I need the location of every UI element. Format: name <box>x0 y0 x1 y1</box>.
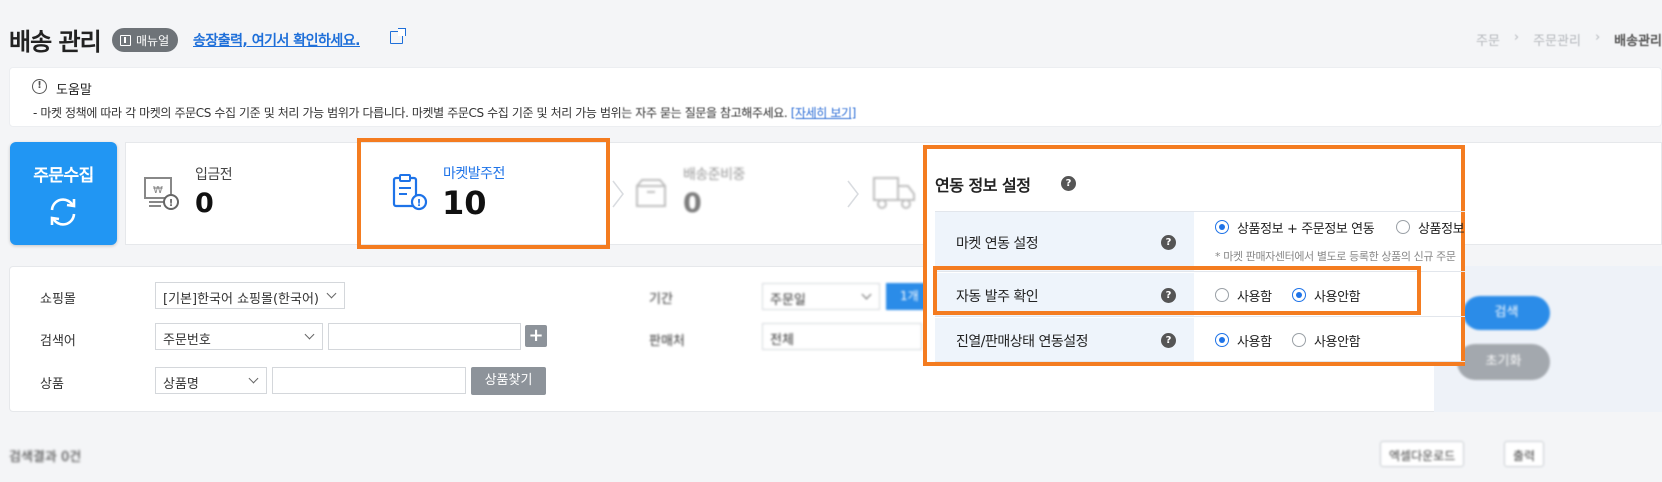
find-product-button[interactable]: 상품찾기 <box>471 367 546 395</box>
search-actions-area <box>1434 266 1662 412</box>
radio-label: 사용함 <box>1237 335 1272 350</box>
truck-icon <box>873 177 915 209</box>
seller-select[interactable]: 전체 <box>762 323 922 350</box>
svg-text:!: ! <box>169 198 174 209</box>
breadcrumb-item[interactable]: 주문 <box>1476 30 1500 49</box>
breadcrumb-item[interactable]: 주문관리 <box>1533 30 1581 49</box>
seller-value: 전체 <box>770 333 794 348</box>
help-text: - 마켓 정책에 따라 각 마켓의 주문CS 수집 기준 및 처리 가능 범위가… <box>33 104 856 121</box>
manual-button[interactable]: 매뉴얼 <box>112 28 179 52</box>
excel-download-button[interactable]: 엑셀다운로드 <box>1380 441 1465 467</box>
period-type-value: 주문일 <box>770 293 806 308</box>
page-title: 배송 관리 <box>9 28 102 56</box>
search-button[interactable]: 검색 <box>1463 296 1550 330</box>
invoice-guide-link[interactable]: 송장출력, 여기서 확인하세요. <box>193 30 360 50</box>
help-icon[interactable]: ? <box>1161 235 1176 250</box>
help-box: ! 도움말 - 마켓 정책에 따라 각 마켓의 주문CS 수집 기준 및 처리 … <box>9 67 1662 127</box>
auto-order-confirm-highlight <box>933 266 1421 315</box>
row-label: 진열/판매상태 연동설정 <box>956 334 1088 350</box>
stat-label: 배송준비중 <box>683 167 745 183</box>
stat-before-payment[interactable]: ₩ ! 입금전 0 <box>125 142 355 245</box>
stat-value: 0 <box>195 188 214 219</box>
help-detail-link[interactable]: [자세히 보기] <box>791 106 857 120</box>
breadcrumb-separator-icon: › <box>1594 30 1601 45</box>
breadcrumb-current: 배송관리 <box>1614 34 1662 49</box>
setting-row-display-status-sync: 진열/판매상태 연동설정 ? 사용함 사용안함 <box>935 318 1465 362</box>
add-keyword-button[interactable]: + <box>525 325 547 347</box>
payment-pending-icon: ₩ ! <box>144 177 179 210</box>
row-label: 마켓 연동 설정 <box>956 236 1039 252</box>
info-icon: ! <box>32 79 47 94</box>
radio-label: 상품정보 <box>1418 222 1465 237</box>
breadcrumb-separator-icon: › <box>1513 30 1520 45</box>
radio-display-sync-not-use[interactable] <box>1292 333 1306 347</box>
radio-label: 상품정보 + 주문정보 연동 <box>1237 222 1375 237</box>
product-type-value: 상품명 <box>163 377 199 392</box>
chevron-down-icon <box>326 288 337 299</box>
market-note: * 마켓 판매자센터에서 별도로 등록한 상품의 신규 주문 <box>1215 250 1456 263</box>
mall-select[interactable]: [기본]한국어 쇼핑몰(한국어) <box>155 282 345 309</box>
refresh-icon <box>50 198 76 226</box>
radio-display-sync-use[interactable] <box>1215 333 1229 347</box>
help-text-tail: 는 자주 묻는 질문을 참고해주세요. <box>621 106 788 120</box>
radio-product-only[interactable] <box>1396 220 1410 234</box>
reset-button[interactable]: 초기화 <box>1457 344 1550 380</box>
chevron-down-icon <box>304 329 315 340</box>
mall-select-value: [기본]한국어 쇼핑몰(한국어) <box>163 292 319 307</box>
period-type-select[interactable]: 주문일 <box>762 283 880 310</box>
collect-orders-button[interactable]: 주문수집 <box>10 142 117 245</box>
help-text-main: - 마켓 정책에 따라 각 마켓의 주문CS 수집 기준 및 처리 가능 범위가… <box>33 106 622 120</box>
radio-product-order-sync[interactable] <box>1215 220 1229 234</box>
chevron-right-icon <box>612 180 624 208</box>
box-icon <box>636 179 666 207</box>
chevron-right-icon <box>847 180 859 208</box>
product-input[interactable] <box>272 367 466 394</box>
result-count: 검색결과 0건 <box>9 450 82 465</box>
external-link-icon[interactable] <box>390 28 406 44</box>
chevron-down-icon <box>248 373 259 384</box>
setting-row-market-integration: 마켓 연동 설정 ? 상품정보 + 주문정보 연동 상품정보 * 마켓 판매자센… <box>935 212 1465 272</box>
keyword-type-select[interactable]: 주문번호 <box>155 323 323 350</box>
help-icon[interactable]: ? <box>1061 176 1076 191</box>
collect-orders-label: 주문수집 <box>33 166 94 186</box>
help-title: 도움말 <box>56 83 92 98</box>
book-icon <box>120 34 131 46</box>
keyword-input[interactable] <box>328 323 521 350</box>
integration-settings-popup: 연동 정보 설정 ? 마켓 연동 설정 ? 상품정보 + 주문정보 연동 상품정… <box>923 145 1465 366</box>
mall-label: 쇼핑몰 <box>40 292 76 307</box>
stat-preparing-shipment[interactable]: 배송준비중 0 <box>620 142 850 245</box>
radio-label: 사용안함 <box>1314 335 1361 350</box>
manual-label: 매뉴얼 <box>136 33 170 48</box>
product-label: 상품 <box>40 377 64 392</box>
print-button[interactable]: 출력 <box>1504 441 1545 467</box>
market-order-highlight <box>357 138 610 249</box>
seller-label: 판매처 <box>649 334 685 349</box>
chevron-down-icon <box>861 289 872 300</box>
period-label: 기간 <box>649 292 673 307</box>
delivery-management-page: 배송 관리 매뉴얼 송장출력, 여기서 확인하세요. 주문 › 주문관리 › 배… <box>0 0 1662 482</box>
popup-title: 연동 정보 설정 <box>935 176 1031 195</box>
keyword-type-value: 주문번호 <box>163 333 211 348</box>
keyword-label: 검색어 <box>40 334 76 349</box>
help-icon[interactable]: ? <box>1161 333 1176 348</box>
stat-value: 0 <box>683 188 702 219</box>
period-tab-1month[interactable]: 1개월 <box>886 283 928 330</box>
svg-text:₩: ₩ <box>153 185 163 196</box>
stat-label: 입금전 <box>195 167 233 183</box>
product-type-select[interactable]: 상품명 <box>155 367 267 394</box>
breadcrumb: 주문 › 주문관리 › 배송관리 <box>1476 30 1662 49</box>
